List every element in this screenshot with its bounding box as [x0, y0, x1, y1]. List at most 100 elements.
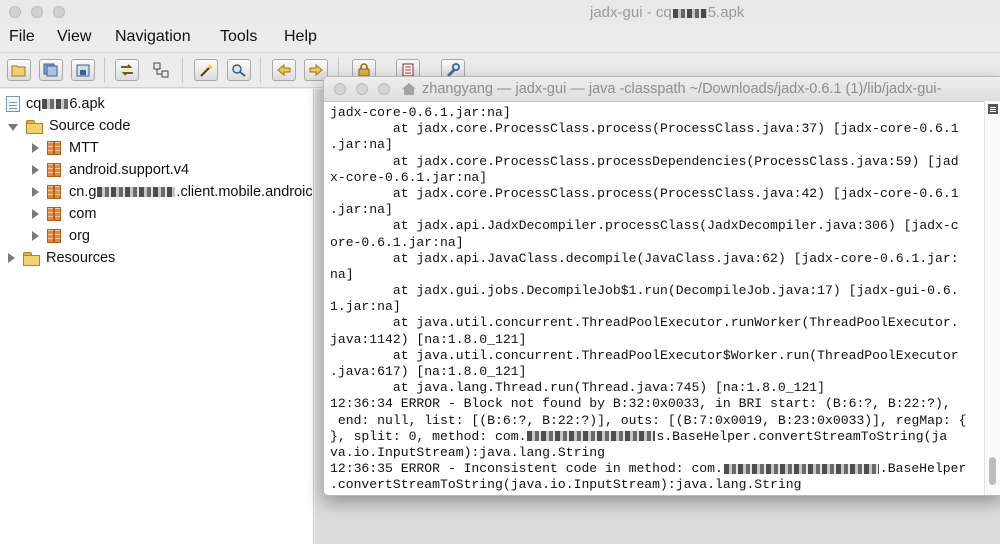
terminal-title: zhangyang — jadx-gui — java -classpath ~… — [402, 81, 941, 97]
terminal-line-part: }, split: 0, method: com. — [330, 428, 527, 444]
zoom-window-button[interactable] — [53, 6, 65, 18]
sync-button[interactable] — [115, 59, 139, 81]
terminal-line: at jadx.core.ProcessClass.process(Proces… — [330, 121, 959, 137]
terminal-line: x-core-0.6.1.jar:na] — [330, 169, 488, 185]
terminal-zoom-button[interactable] — [378, 83, 390, 95]
tree-source-code[interactable]: Source code — [8, 116, 130, 136]
expand-arrow-right-icon[interactable] — [32, 187, 39, 197]
folder-open-icon — [26, 119, 43, 134]
terminal-line: ore-0.6.1.jar:na] — [330, 234, 464, 250]
terminal-line: }, split: 0, method: com. s.BaseHelper.co… — [330, 429, 978, 445]
redacted-text — [723, 463, 879, 474]
package-icon — [47, 207, 61, 221]
save-all-button[interactable] — [39, 59, 63, 81]
tree-root-label-prefix: cq — [26, 96, 42, 112]
expand-arrow-right-icon[interactable] — [8, 253, 15, 263]
window-title: jadx-gui - cq 5.apk — [480, 4, 1000, 21]
terminal-line: end: null, list: [(B:6:?, B:22:?)], outs… — [330, 412, 967, 428]
package-icon — [47, 141, 61, 155]
folder-icon — [23, 251, 40, 266]
menu-file[interactable]: File — [9, 28, 35, 46]
expand-arrow-right-icon[interactable] — [32, 209, 39, 219]
terminal-line: jadx-core-0.6.1.jar:na] — [330, 105, 511, 120]
open-file-button[interactable] — [7, 59, 31, 81]
terminal-window: zhangyang — jadx-gui — java -classpath ~… — [323, 76, 1000, 496]
sync-arrows-icon — [121, 64, 133, 76]
terminal-line: at java.lang.Thread.run(Thread.java:745)… — [330, 380, 826, 396]
tree-package-mtt[interactable]: MTT — [32, 138, 99, 158]
terminal-line: 12:36:35 ERROR - Inconsistent code in me… — [330, 461, 978, 477]
package-icon — [47, 163, 61, 177]
terminal-line: at jadx.api.JavaClass.decompile(JavaClas… — [330, 250, 959, 266]
terminal-title-bar: zhangyang — jadx-gui — java -classpath ~… — [324, 77, 1000, 102]
tree-package-org[interactable]: org — [32, 226, 90, 246]
terminal-line: .convertStreamToString(java.io.InputStre… — [330, 477, 802, 493]
flatten-packages-button[interactable] — [149, 59, 173, 81]
toolbar-separator — [104, 57, 105, 83]
expand-arrow-right-icon[interactable] — [32, 231, 39, 241]
menu-view[interactable]: View — [57, 28, 91, 46]
toolbar-separator — [182, 57, 183, 83]
apk-file-icon — [6, 96, 20, 112]
terminal-line: at java.util.concurrent.ThreadPoolExecut… — [330, 315, 959, 331]
scrollbar-thumb[interactable] — [989, 457, 996, 485]
window-title-suffix: 5.apk — [707, 4, 745, 21]
tree-package-label-prefix: cn.g — [69, 184, 97, 200]
menu-navigation[interactable]: Navigation — [115, 28, 191, 46]
close-window-button[interactable] — [9, 6, 21, 18]
tree-package-label: com — [69, 206, 97, 222]
terminal-line: at java.util.concurrent.ThreadPoolExecut… — [330, 347, 959, 363]
redacted-text — [97, 187, 176, 197]
expand-arrow-down-icon[interactable] — [8, 123, 18, 131]
tree-package-cn[interactable]: cn.g .client.mobile.androic — [32, 182, 313, 202]
search-button[interactable] — [227, 59, 251, 81]
terminal-line: java:1142) [na:1.8.0_121] — [330, 331, 527, 347]
terminal-line: at jadx.gui.jobs.DecompileJob$1.run(Deco… — [330, 283, 959, 299]
package-tree-icon — [153, 62, 169, 78]
folder-open-icon — [11, 65, 26, 77]
terminal-line-part: s.BaseHelper.convertStreamToString(ja — [656, 428, 948, 444]
minimize-window-button[interactable] — [31, 6, 43, 18]
terminal-line-part: 12:36:35 ERROR - Inconsistent code in me… — [330, 461, 723, 477]
toolbar-separator — [260, 57, 261, 83]
back-button[interactable] — [272, 59, 296, 81]
source-tree-panel: cq 6.apk Source code MTT android.support.… — [0, 89, 314, 544]
terminal-line: .jar:na] — [330, 202, 393, 218]
tree-package-com[interactable]: com — [32, 204, 96, 224]
menu-tools[interactable]: Tools — [220, 28, 257, 46]
terminal-scrollbar[interactable] — [984, 101, 1000, 495]
tree-source-code-label: Source code — [49, 118, 131, 134]
tree-package-label: MTT — [69, 140, 99, 156]
decompile-all-button[interactable] — [194, 59, 218, 81]
redacted-text — [42, 99, 69, 109]
tree-resources[interactable]: Resources — [8, 248, 115, 268]
magic-wand-icon — [200, 64, 213, 77]
expand-arrow-right-icon[interactable] — [32, 165, 39, 175]
export-button[interactable] — [71, 59, 95, 81]
tree-root-apk[interactable]: cq 6.apk — [6, 94, 105, 114]
arrow-right-icon — [309, 63, 323, 77]
terminal-line: .java:617) [na:1.8.0_121] — [330, 364, 527, 379]
scroll-menu-icon[interactable] — [988, 104, 998, 114]
expand-arrow-right-icon[interactable] — [32, 143, 39, 153]
terminal-line: at jadx.core.ProcessClass.process(Proces… — [330, 185, 959, 201]
terminal-line: va.io.InputStream):java.lang.String — [330, 444, 606, 460]
terminal-close-button[interactable] — [334, 83, 346, 95]
save-all-icon — [43, 63, 58, 77]
terminal-output[interactable]: jadx-core-0.6.1.jar:na] at jadx.core.Pro… — [330, 105, 978, 493]
tree-package-label: android.support.v4 — [69, 162, 190, 178]
tree-resources-label: Resources — [46, 250, 116, 266]
redacted-text — [527, 431, 656, 442]
terminal-minimize-button[interactable] — [356, 83, 368, 95]
terminal-line: 1.jar:na] — [330, 299, 401, 315]
terminal-line: .jar:na] — [330, 137, 393, 153]
tree-package-label-suffix: .client.mobile.androic — [176, 184, 313, 200]
tree-package-android-support[interactable]: android.support.v4 — [32, 160, 189, 180]
menu-help[interactable]: Help — [284, 28, 317, 46]
log-document-icon — [402, 63, 414, 77]
package-icon — [47, 185, 61, 199]
window-title-prefix: jadx-gui - cq — [590, 4, 672, 21]
terminal-line: at jadx.core.ProcessClass.processDepende… — [330, 153, 959, 169]
terminal-title-label: zhangyang — jadx-gui — java -classpath ~… — [422, 81, 942, 97]
package-icon — [47, 229, 61, 243]
